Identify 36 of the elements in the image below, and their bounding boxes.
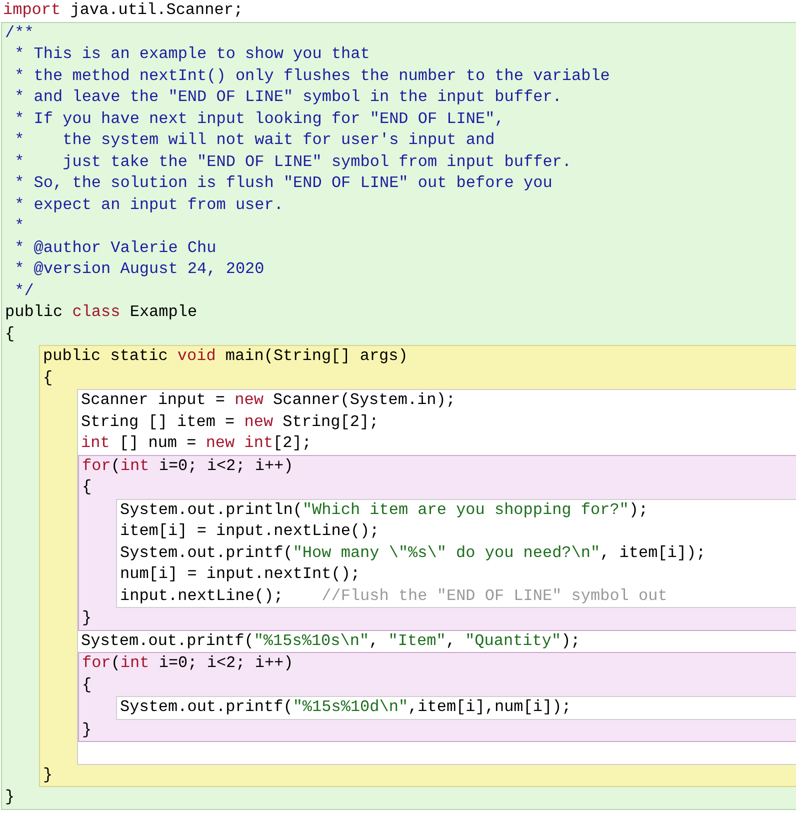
code-line: int [] num = new int[2];	[80, 433, 312, 454]
code-line: * @author Valerie Chu	[14, 238, 216, 258]
code-line: {	[81, 477, 92, 498]
code-line: }	[4, 787, 15, 808]
code-line: * This is an example to show you that	[14, 44, 370, 65]
code-line: /**	[4, 22, 34, 44]
code-line: for(int i=0; i<2; i++)	[81, 456, 294, 476]
code-line: */	[14, 280, 34, 302]
code-line: }	[42, 764, 53, 786]
code-line: * and leave the "END OF LINE" symbol in the input buffer.	[14, 87, 562, 108]
code-line: * @version August 24, 2020	[14, 259, 264, 280]
code-line: item[i] = input.nextLine();	[119, 521, 380, 542]
code-line: System.out.printf("%15s%10s\n", "Item", "Quantity");	[80, 630, 580, 652]
code-line: {	[42, 368, 53, 388]
code-line: * the method nextInt() only flushes the number to the variable	[14, 66, 610, 86]
code-line: import java.util.Scanner;	[2, 0, 244, 21]
code-line: System.out.println("Which item are you shopping for?");	[119, 500, 648, 520]
code-line: for(int i=0; i<2; i++)	[81, 653, 294, 674]
code-line: System.out.printf("%15s%10d\n",item[i],num[i]);	[119, 697, 572, 718]
code-line: * expect an input from user.	[14, 194, 284, 216]
code-line: *	[14, 216, 24, 237]
code-line: }	[81, 608, 92, 629]
code-line: {	[4, 324, 15, 344]
code-line: input.nextLine(); //Flush the "END OF LINE" symbol out	[119, 586, 668, 606]
code-line: System.out.printf("How many \"%s\" do you need?\n", item[i]);	[119, 542, 706, 564]
code-line: * the system will not wait for user's input and	[14, 130, 495, 151]
code-line: Scanner input = new Scanner(System.in);	[80, 390, 456, 411]
code-line: public class Example	[4, 302, 198, 323]
code-line: num[i] = input.nextInt();	[119, 564, 360, 585]
code-line: * If you have next input looking for "END OF LINE",	[14, 108, 504, 130]
code-line: * just take the "END OF LINE" symbol from input buffer.	[14, 152, 572, 172]
code-line: public static void main(String[] args)	[42, 346, 408, 367]
code-line: }	[81, 720, 92, 740]
code-line: {	[81, 674, 92, 696]
code-line: * So, the solution is flush "END OF LINE" out before you	[14, 173, 552, 194]
code-line: String [] item = new String[2];	[80, 412, 379, 432]
